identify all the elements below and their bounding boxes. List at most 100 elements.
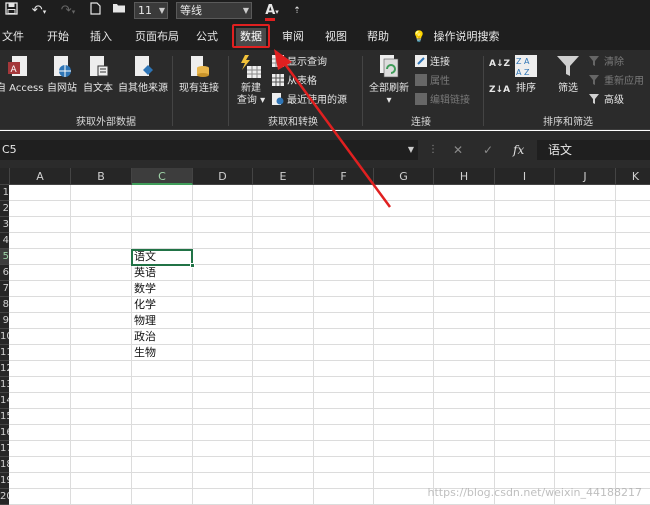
row-header[interactable]: 12 [0,361,9,377]
existing-connections-button[interactable]: 现有连接 [176,54,222,95]
row-header[interactable]: 9 [0,313,9,329]
group-label-get-transform: 获取和转换 [268,117,318,128]
sort-ascending-icon[interactable]: A↓Z [489,56,510,73]
row-header[interactable]: 10 [0,329,9,345]
row-header[interactable]: 2 [0,201,9,217]
row-header[interactable]: 6 [0,265,9,281]
confirm-icon[interactable]: ✓ [483,140,493,160]
grid-line [9,264,650,265]
row-header[interactable]: 16 [0,425,9,441]
filter-button[interactable]: 筛选 [553,54,583,95]
row-header[interactable]: 4 [0,233,9,249]
column-header[interactable]: E [253,168,314,185]
row-header[interactable]: 11 [0,345,9,361]
tab-file[interactable]: 文件 [2,28,24,46]
row-header[interactable]: 7 [0,281,9,297]
tab-formulas[interactable]: 公式 [196,28,218,46]
reapply-filter-button[interactable]: 重新应用 [589,73,644,90]
edit-links-button[interactable]: 编辑链接 [415,92,470,109]
tab-review[interactable]: 审阅 [282,28,304,46]
column-header[interactable]: A [10,168,71,185]
quick-access-toolbar: ↶▾ ↷▾ 11 ▼ 等线 ▼ A▾ ⇡ [0,0,650,22]
connections-button[interactable]: 连接 [415,54,450,71]
row-header[interactable]: 3 [0,217,9,233]
worksheet-grid[interactable]: 语文 英语 数学 化学 物理 政治 生物 https://blog.csdn.n… [9,185,650,505]
grid-line [9,456,650,457]
grid-line [9,440,650,441]
row-header[interactable]: 8 [0,297,9,313]
row-header[interactable]: 13 [0,377,9,393]
row-header[interactable]: 19 [0,473,9,489]
from-web-button[interactable]: 自网站 [45,54,79,95]
clear-filter-button[interactable]: 清除 [589,54,624,71]
name-box[interactable]: C5 ▼ [0,140,418,160]
grid-line [9,376,650,377]
sort-button[interactable]: Z AA Z 排序 [511,54,541,95]
cell-c9[interactable]: 物理 [131,313,156,329]
from-text-button[interactable]: 自文本 [81,54,115,95]
tab-help[interactable]: 帮助 [367,28,389,46]
open-folder-icon[interactable] [110,2,128,20]
advanced-filter-button[interactable]: 高级 [589,92,624,109]
column-header[interactable]: J [555,168,616,185]
from-access-button[interactable]: A 自 Access [0,54,43,95]
row-header[interactable]: 17 [0,441,9,457]
row-header[interactable]: 14 [0,393,9,409]
refresh-all-button[interactable]: 全部刷新 ▾ [366,54,412,107]
undo-icon[interactable]: ↶▾ [28,2,50,20]
formula-input[interactable]: 语文 [537,140,650,160]
redo-icon[interactable]: ↷▾ [57,2,79,20]
grid-line [615,185,616,505]
grid-line [9,408,650,409]
tell-me-search[interactable]: 💡 操作说明搜索 [412,28,500,46]
sort-descending-icon[interactable]: Z↓A [489,82,510,99]
row-headers: 1 2 3 4 5 6 7 8 9 10 11 12 13 14 15 16 1… [0,185,9,505]
column-header[interactable]: D [193,168,253,185]
other-sources-icon [135,56,153,76]
font-color-button[interactable]: A▾ [261,2,283,21]
tab-page-layout[interactable]: 页面布局 [135,28,179,46]
row-header-selected[interactable]: 5 [0,249,9,265]
cancel-icon[interactable]: ✕ [453,140,463,160]
tab-view[interactable]: 视图 [325,28,347,46]
new-file-icon[interactable] [87,2,103,20]
lightbulb-icon: 💡 [412,30,426,43]
column-header[interactable]: H [434,168,495,185]
new-query-button[interactable]: 新建 查询 ▾ [234,54,268,107]
column-header[interactable]: G [374,168,434,185]
insert-function-icon[interactable]: fx [513,140,524,160]
tab-insert[interactable]: 插入 [90,28,112,46]
column-header-selected[interactable]: C [132,168,193,185]
row-header[interactable]: 15 [0,409,9,425]
cell-c11[interactable]: 生物 [131,345,156,361]
grid-line [9,296,650,297]
font-size-select[interactable]: 11 ▼ [134,2,168,19]
customize-qat-icon[interactable]: ⇡ [291,2,303,20]
cell-c6[interactable]: 英语 [131,265,156,281]
fill-handle[interactable] [190,263,195,268]
cell-c8[interactable]: 化学 [131,297,156,313]
select-all-corner[interactable] [0,168,10,185]
more-options-icon[interactable]: ⋮ [428,140,438,160]
column-header[interactable]: K [616,168,650,185]
column-header[interactable]: F [314,168,374,185]
show-queries-button[interactable]: 显示查询 [272,54,327,71]
grid-line [9,280,650,281]
row-header[interactable]: 18 [0,457,9,473]
grid-line [9,216,650,217]
row-header[interactable]: 20 [0,489,9,505]
properties-button[interactable]: 属性 [415,73,450,90]
from-other-sources-button[interactable]: 自其他来源 [116,54,170,95]
column-header[interactable]: I [495,168,555,185]
row-header[interactable]: 1 [0,185,9,201]
cell-c10[interactable]: 政治 [131,329,156,345]
save-icon[interactable] [3,2,19,20]
group-label-connections: 连接 [411,117,431,128]
cell-c7[interactable]: 数学 [131,281,156,297]
tab-home[interactable]: 开始 [47,28,69,46]
from-table-button[interactable]: 从表格 [272,73,317,90]
recent-sources-button[interactable]: 最近使用的源 [272,92,347,109]
grid-line [9,360,650,361]
column-header[interactable]: B [71,168,132,185]
font-name-select[interactable]: 等线 ▼ [176,2,252,19]
